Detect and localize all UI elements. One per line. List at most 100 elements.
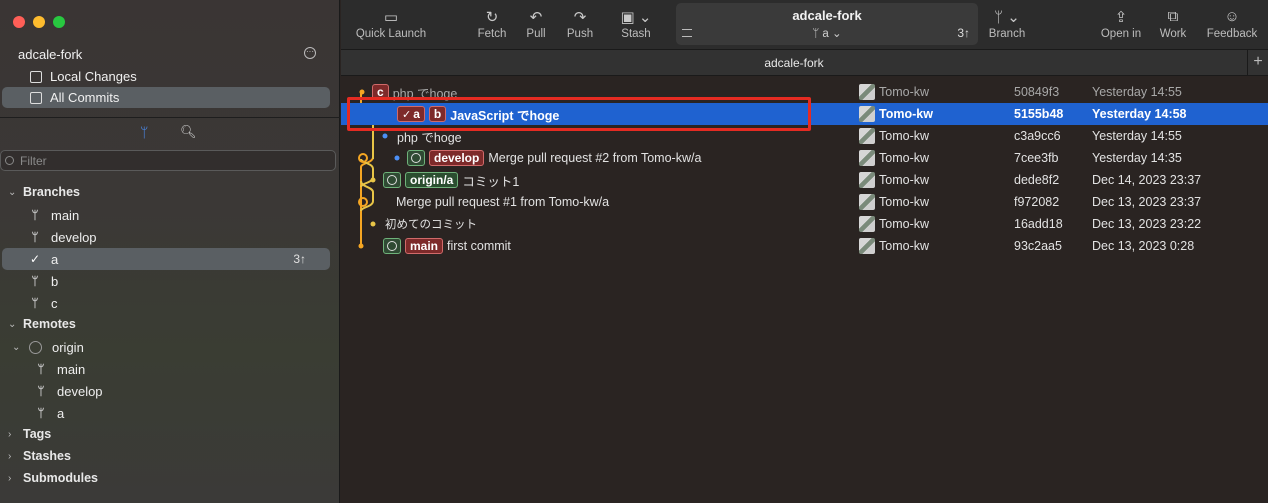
minimize-window-button[interactable] (33, 16, 45, 28)
branch-tag-develop[interactable]: develop (429, 150, 485, 166)
tab-adcale-fork[interactable]: adcale-fork (341, 50, 1247, 76)
chevron-right-icon: › (8, 450, 12, 462)
close-window-button[interactable] (13, 16, 25, 28)
remote-tag-origin-a[interactable]: origin/a (405, 172, 459, 188)
branch-button[interactable]: ᛘ ⌄ Branch (987, 8, 1027, 40)
push-button[interactable]: ↷ Push (565, 8, 595, 40)
push-icon: ↷ (573, 9, 587, 26)
commit-hash: 7cee3fb (1014, 151, 1059, 165)
filter-field[interactable] (0, 150, 336, 171)
commit-author: Tomo-kw (859, 194, 929, 210)
more-icon[interactable]: ··· (304, 47, 316, 59)
commit-message-cell: develop Merge pull request #2 from Tomo-… (407, 150, 701, 166)
commit-message: 初めてのコミット (385, 219, 477, 231)
commit-author: Tomo-kw (859, 172, 929, 188)
stash-button[interactable]: ▣ ⌄ Stash (619, 8, 653, 40)
chevron-down-icon: ⌄ (8, 318, 17, 330)
zoom-window-button[interactable] (53, 16, 65, 28)
section-branches[interactable]: ⌄ Branches (8, 185, 80, 199)
fetch-button[interactable]: ↻ Fetch (475, 8, 509, 40)
commit-message: コミット1 (462, 174, 520, 189)
nav-all-commits-label: All Commits (50, 90, 120, 105)
author-name: Tomo-kw (879, 217, 930, 231)
commit-author: Tomo-kw (859, 150, 929, 166)
filter-search-icon (5, 156, 14, 165)
branch-icon: ᛘ (31, 208, 39, 222)
window-controls (13, 16, 65, 28)
section-submodules[interactable]: › Submodules (8, 471, 98, 485)
remote-branch-develop[interactable]: ᛘ develop (34, 380, 103, 402)
remote-branch-main[interactable]: ᛘ main (34, 358, 85, 380)
section-tags-label: Tags (23, 427, 52, 441)
branch-item-main[interactable]: ᛘ main (28, 204, 79, 226)
nav-all-commits[interactable]: All Commits (2, 87, 330, 108)
github-icon (383, 172, 401, 188)
commit-date: Yesterday 14:55 (1092, 129, 1182, 143)
commit-row[interactable]: 初めてのコミット Tomo-kw 16add18 Dec 13, 2023 23… (341, 213, 1268, 235)
commit-author: Tomo-kw (859, 128, 929, 144)
repo-status-box[interactable]: adcale-fork ᛘ a ⌄ 3↑ (676, 3, 978, 45)
section-tags[interactable]: › Tags (8, 427, 51, 441)
commits-icon (30, 91, 42, 104)
commit-message-cell: Merge pull request #1 from Tomo-kw/a (396, 195, 609, 209)
commit-date: Yesterday 14:55 (1092, 85, 1182, 99)
commit-date: Dec 13, 2023 23:37 (1092, 195, 1202, 209)
filter-input[interactable] (20, 153, 320, 168)
branch-item-develop[interactable]: ᛘ develop (28, 226, 96, 248)
section-stashes[interactable]: › Stashes (8, 449, 71, 463)
commit-author: Tomo-kw (859, 106, 933, 122)
branch-view-icon[interactable]: ᛘ (140, 124, 148, 140)
pull-icon: ↶ (529, 9, 543, 26)
commit-hash: 16add18 (1014, 217, 1063, 231)
branch-label: develop (57, 383, 103, 399)
commit-message-cell: main first commit (383, 238, 511, 254)
document-icon (30, 70, 42, 83)
open-in-button[interactable]: ⇪ Open in (1099, 8, 1143, 40)
stash-label: Stash (621, 28, 651, 40)
sidebar-divider (0, 117, 340, 118)
commit-message: Merge pull request #2 from Tomo-kw/a (488, 151, 702, 165)
feedback-button[interactable]: ☺ Feedback (1205, 8, 1259, 40)
branch-label: c (51, 295, 58, 311)
commit-row[interactable]: Merge pull request #1 from Tomo-kw/a Tom… (341, 191, 1268, 213)
section-branches-label: Branches (23, 185, 80, 199)
search-icon[interactable]: 🔍︎ (180, 124, 197, 140)
work-button[interactable]: ⧉ Work (1159, 8, 1187, 40)
commit-date: Dec 14, 2023 23:37 (1092, 173, 1202, 187)
commit-row[interactable]: main first commit Tomo-kw 93c2aa5 Dec 13… (341, 235, 1268, 257)
nav-local-changes[interactable]: Local Changes (2, 66, 330, 87)
toolbar: ▭ Quick Launch ↻ Fetch ↶ Pull ↷ Push ▣ ⌄… (341, 0, 1268, 50)
branch-icon: ᛘ ⌄ (994, 9, 1020, 26)
commit-hash: f972082 (1014, 195, 1060, 209)
repo-status-title: adcale-fork (792, 8, 862, 23)
branch-item-a[interactable]: ✓ a 3↑ (2, 248, 330, 270)
section-remotes[interactable]: ⌄ Remotes (8, 317, 76, 331)
fetch-label: Fetch (477, 28, 507, 40)
pull-button[interactable]: ↶ Pull (521, 8, 551, 40)
avatar (859, 194, 875, 210)
branch-item-c[interactable]: ᛘ c (28, 292, 58, 314)
branch-tag-main[interactable]: main (405, 238, 444, 254)
remote-origin[interactable]: ⌄ origin (12, 336, 84, 358)
commit-hash: 93c2aa5 (1014, 239, 1062, 253)
repo-name: adcale-fork (18, 47, 83, 62)
remote-branch-a[interactable]: ᛘ a (34, 402, 64, 424)
author-name: Tomo-kw (879, 85, 930, 99)
commit-row[interactable]: origin/a コミット1 Tomo-kw dede8f2 Dec 14, 2… (341, 169, 1268, 191)
commit-message: first commit (447, 239, 511, 253)
branch-icon: ᛘ (31, 296, 39, 310)
folder-icon: ▭ (383, 9, 399, 26)
work-label: Work (1159, 28, 1187, 40)
chevron-down-icon: ⌄ (832, 28, 842, 40)
branch-item-b[interactable]: ᛘ b (28, 270, 58, 292)
commit-row[interactable]: develop Merge pull request #2 from Tomo-… (341, 147, 1268, 169)
new-tab-button[interactable]: + (1247, 50, 1268, 76)
avatar (859, 172, 875, 188)
chevron-down-icon: ⌄ (8, 186, 17, 198)
branch-icon: ᛘ (31, 274, 39, 288)
quick-launch-button[interactable]: ▭ Quick Launch (355, 8, 427, 40)
branch-icon: ᛘ (37, 384, 45, 398)
checkmark-icon: ✓ (29, 252, 41, 266)
section-stashes-label: Stashes (23, 449, 71, 463)
avatar (859, 128, 875, 144)
